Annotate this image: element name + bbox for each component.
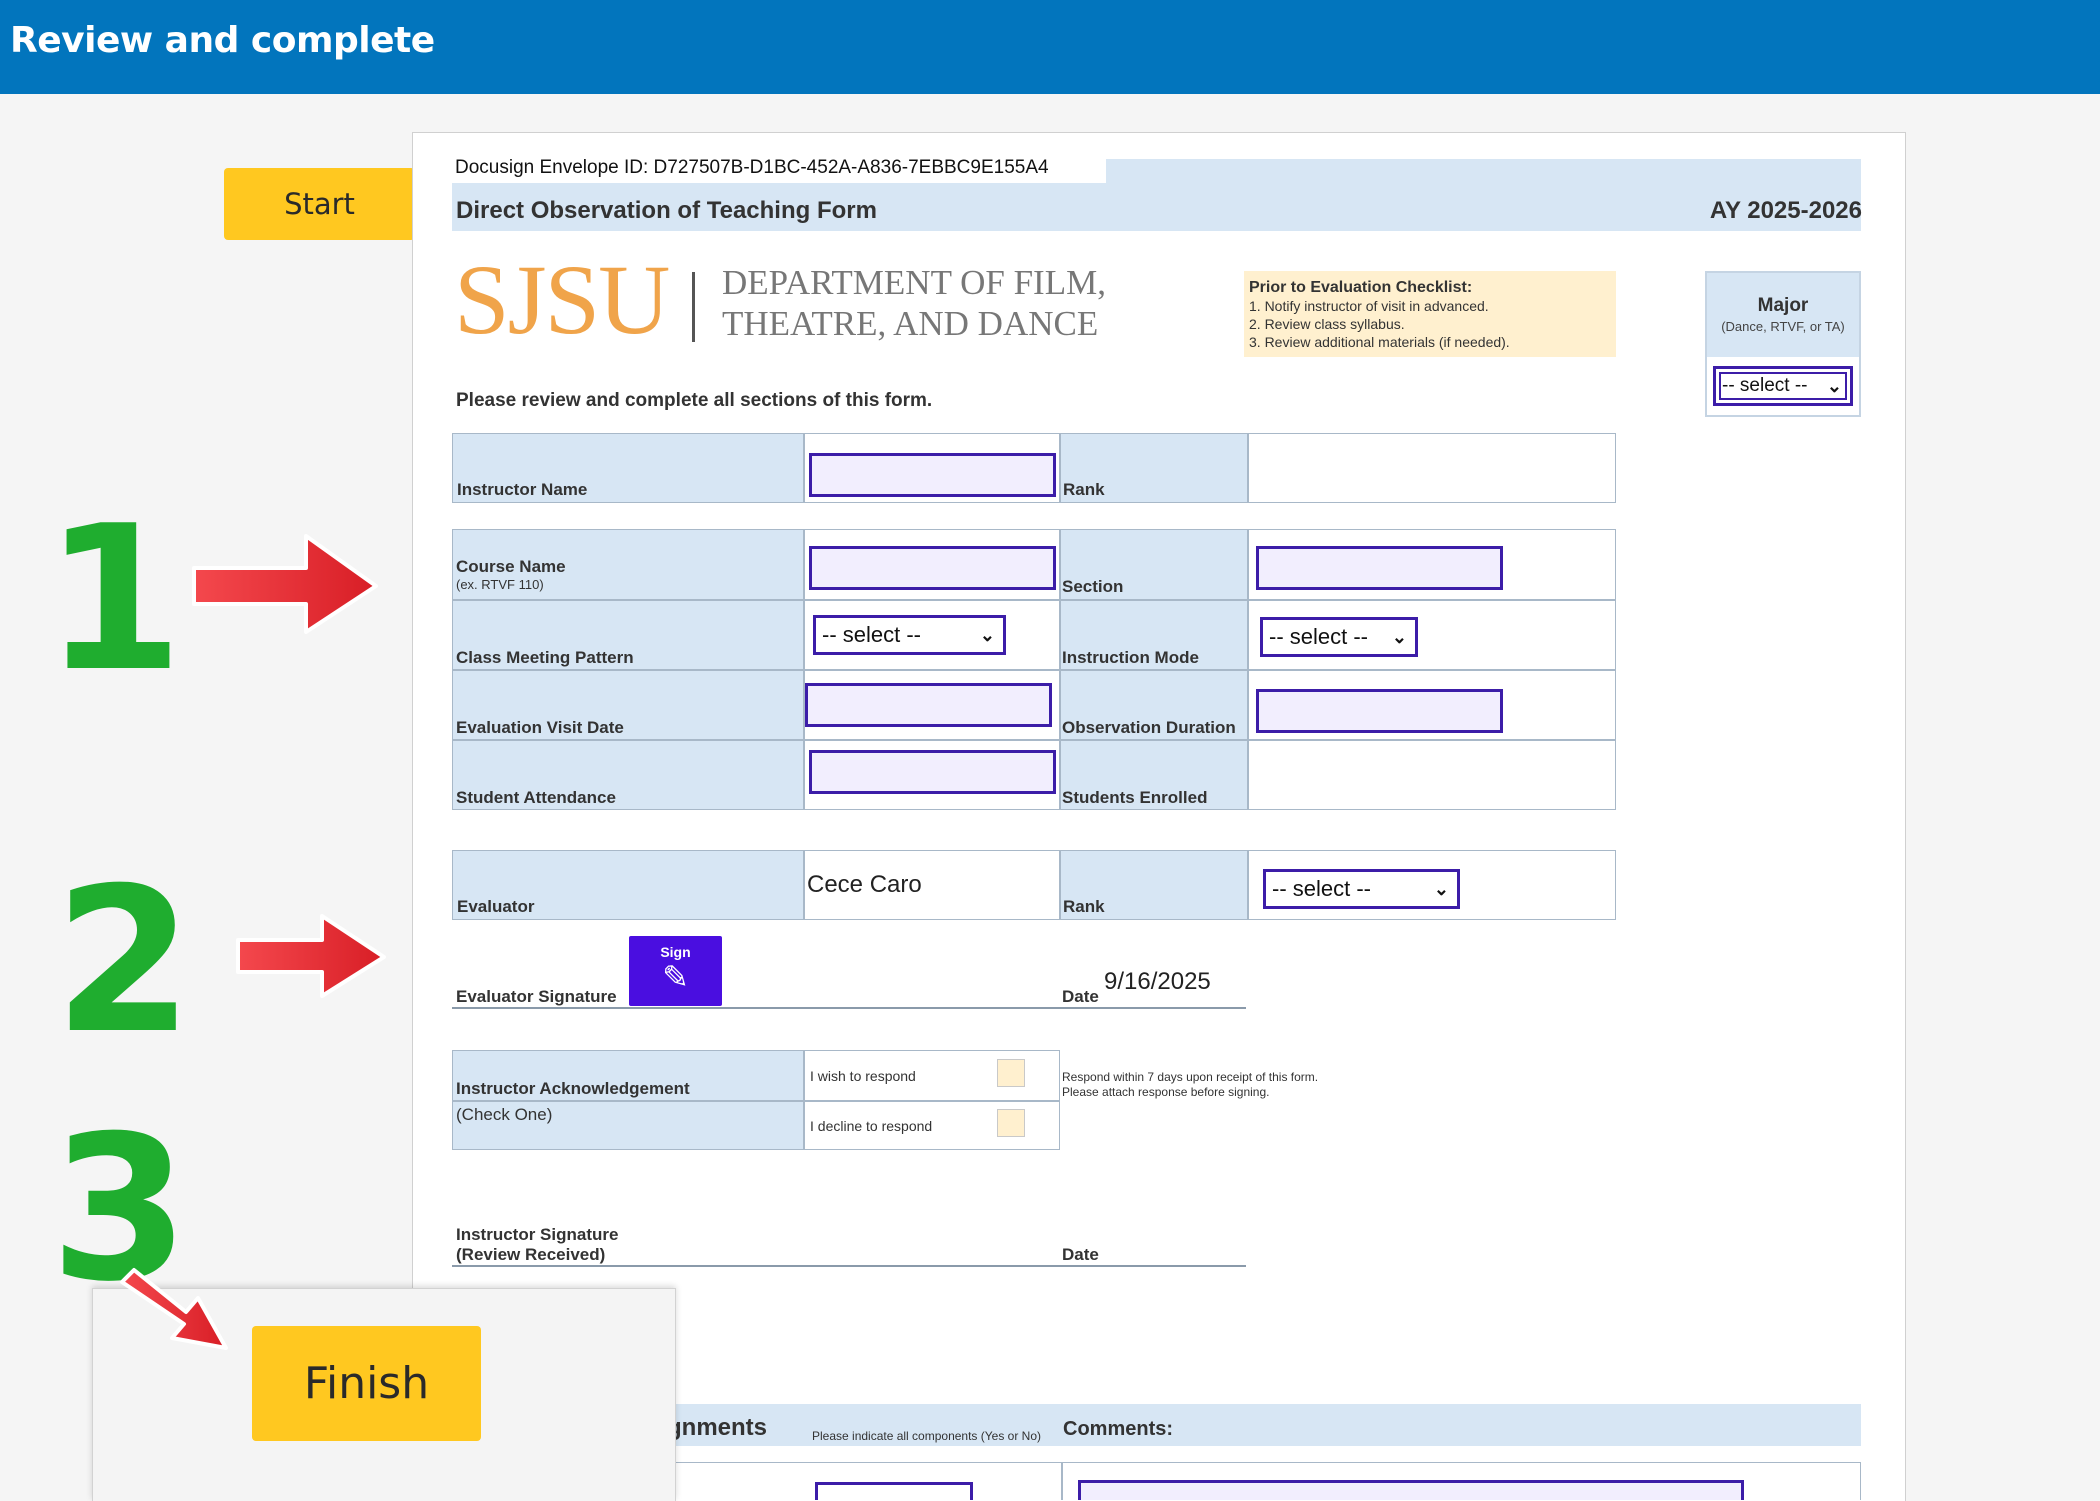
sjsu-logo: SJSU (454, 244, 670, 355)
assignments-title: gnments (667, 1414, 768, 1441)
comments-field[interactable] (1078, 1480, 1744, 1500)
page-title: Review and complete (10, 20, 435, 61)
decline-respond-label: I decline to respond (810, 1118, 933, 1134)
pen-icon: ✎ (662, 959, 689, 995)
instructor-ack-label: Instructor Acknowledgement (456, 1079, 690, 1098)
course-name-label: Course Name (ex. RTVF 110) (456, 558, 566, 594)
major-header: Major (Dance, RTVF, or TA) (1707, 273, 1859, 357)
step-number-1: 1 (44, 483, 184, 716)
section-field[interactable] (1256, 546, 1503, 590)
observation-duration-label: Observation Duration (1062, 718, 1236, 737)
label-cell: Rank (1059, 851, 1247, 919)
select-value: -- select -- (1269, 624, 1368, 649)
finish-button[interactable]: Finish (252, 1326, 481, 1441)
instructor-signature-text: Instructor Signature (456, 1225, 619, 1244)
wish-respond-label: I wish to respond (810, 1068, 916, 1084)
arrow-right-icon (192, 534, 378, 634)
evaluator-date: 9/16/2025 (1104, 968, 1211, 995)
class-meeting-pattern-label: Class Meeting Pattern (456, 648, 634, 667)
evaluation-checklist: Prior to Evaluation Checklist: 1. Notify… (1244, 271, 1616, 357)
review-received-text: (Review Received) (456, 1245, 606, 1264)
arrow-right-icon (236, 914, 386, 998)
chevron-down-icon: ⌄ (1391, 627, 1407, 647)
form-instruction: Please review and complete all sections … (456, 390, 933, 411)
evaluator-name: Cece Caro (807, 871, 922, 898)
header-band (1106, 159, 1861, 183)
department-line: THEATRE, AND DANCE (722, 304, 1099, 343)
class-meeting-pattern-select[interactable]: -- select -- ⌄ (813, 615, 1006, 655)
evaluator-signature-label: Evaluator Signature (456, 987, 617, 1006)
course-name-hint: (ex. RTVF 110) (456, 577, 544, 592)
respond-note-line: Respond within 7 days upon receipt of th… (1062, 1070, 1319, 1084)
student-attendance-field[interactable] (809, 750, 1056, 794)
observation-duration-field[interactable] (1256, 689, 1503, 733)
acknowledgement-table (452, 1050, 1060, 1150)
course-name-field[interactable] (809, 546, 1056, 590)
department-line: DEPARTMENT OF FILM, (722, 263, 1106, 302)
academic-year: AY 2025-2026 (1709, 197, 1862, 224)
major-select-value: -- select -- (1722, 375, 1808, 396)
date-label: Date (1062, 987, 1099, 1006)
start-button[interactable]: Start (224, 168, 415, 240)
sign-label: Sign (660, 944, 691, 960)
label-cell: Instructor Name (453, 434, 803, 502)
major-subtitle: (Dance, RTVF, or TA) (1721, 319, 1845, 334)
instructor-name-label: Instructor Name (457, 480, 588, 499)
checklist-item: 1. Notify instructor of visit in advance… (1249, 298, 1489, 314)
instructor-name-field[interactable] (809, 453, 1056, 497)
signature-line (452, 1265, 1246, 1267)
department-name: DEPARTMENT OF FILM, THEATRE, AND DANCE (722, 262, 1106, 344)
arrow-down-right-icon (120, 1268, 228, 1350)
chevron-down-icon: ⌄ (1433, 879, 1449, 899)
label-cell: Evaluator (453, 851, 803, 919)
wish-respond-checkbox[interactable] (997, 1059, 1025, 1087)
form-title: Direct Observation of Teaching Form (456, 197, 877, 224)
checklist-item: 2. Review class syllabus. (1249, 316, 1405, 332)
rank-label: Rank (1063, 480, 1105, 499)
checklist-item: 3. Review additional materials (if neede… (1249, 334, 1510, 350)
chevron-down-icon: ⌄ (1826, 376, 1842, 396)
course-name-text: Course Name (456, 557, 566, 576)
instruction-mode-label: Instruction Mode (1062, 648, 1199, 667)
section-label: Section (1062, 577, 1124, 596)
instruction-mode-select[interactable]: -- select -- ⌄ (1260, 617, 1418, 657)
date-label: Date (1062, 1245, 1099, 1264)
evaluation-visit-date-label: Evaluation Visit Date (456, 718, 624, 737)
logo-divider (692, 272, 695, 342)
respond-note-line: Please attach response before signing. (1062, 1085, 1270, 1099)
checklist-title: Prior to Evaluation Checklist: (1249, 279, 1473, 296)
chevron-down-icon: ⌄ (979, 625, 995, 645)
student-attendance-label: Student Attendance (456, 788, 616, 807)
comments-label: Comments: (1063, 1418, 1174, 1440)
select-value: -- select -- (1272, 876, 1371, 901)
envelope-id: Docusign Envelope ID: D727507B-D1BC-452A… (455, 157, 1049, 178)
check-one-label: (Check One) (456, 1105, 553, 1124)
major-select[interactable]: -- select -- ⌄ (1713, 366, 1853, 406)
label-cell: Rank (1059, 434, 1247, 502)
assignments-select[interactable] (815, 1482, 973, 1500)
evaluation-visit-date-field[interactable] (805, 683, 1052, 727)
students-enrolled-label: Students Enrolled (1062, 788, 1208, 807)
evaluator-rank-select[interactable]: -- select -- ⌄ (1263, 869, 1460, 909)
decline-respond-checkbox[interactable] (997, 1109, 1025, 1137)
assignments-hint: Please indicate all components (Yes or N… (812, 1429, 1042, 1443)
major-title: Major (1757, 295, 1809, 316)
instructor-signature-label: Instructor Signature (Review Received) (456, 1225, 618, 1265)
rank-label: Rank (1063, 897, 1105, 916)
respond-note: Respond within 7 days upon receipt of th… (1062, 1070, 1318, 1100)
step-number-2: 2 (54, 845, 194, 1078)
sign-button[interactable]: Sign ✎ (629, 936, 722, 1006)
signature-line (452, 1007, 1246, 1009)
evaluator-label: Evaluator (457, 897, 535, 916)
select-value: -- select -- (822, 622, 921, 647)
